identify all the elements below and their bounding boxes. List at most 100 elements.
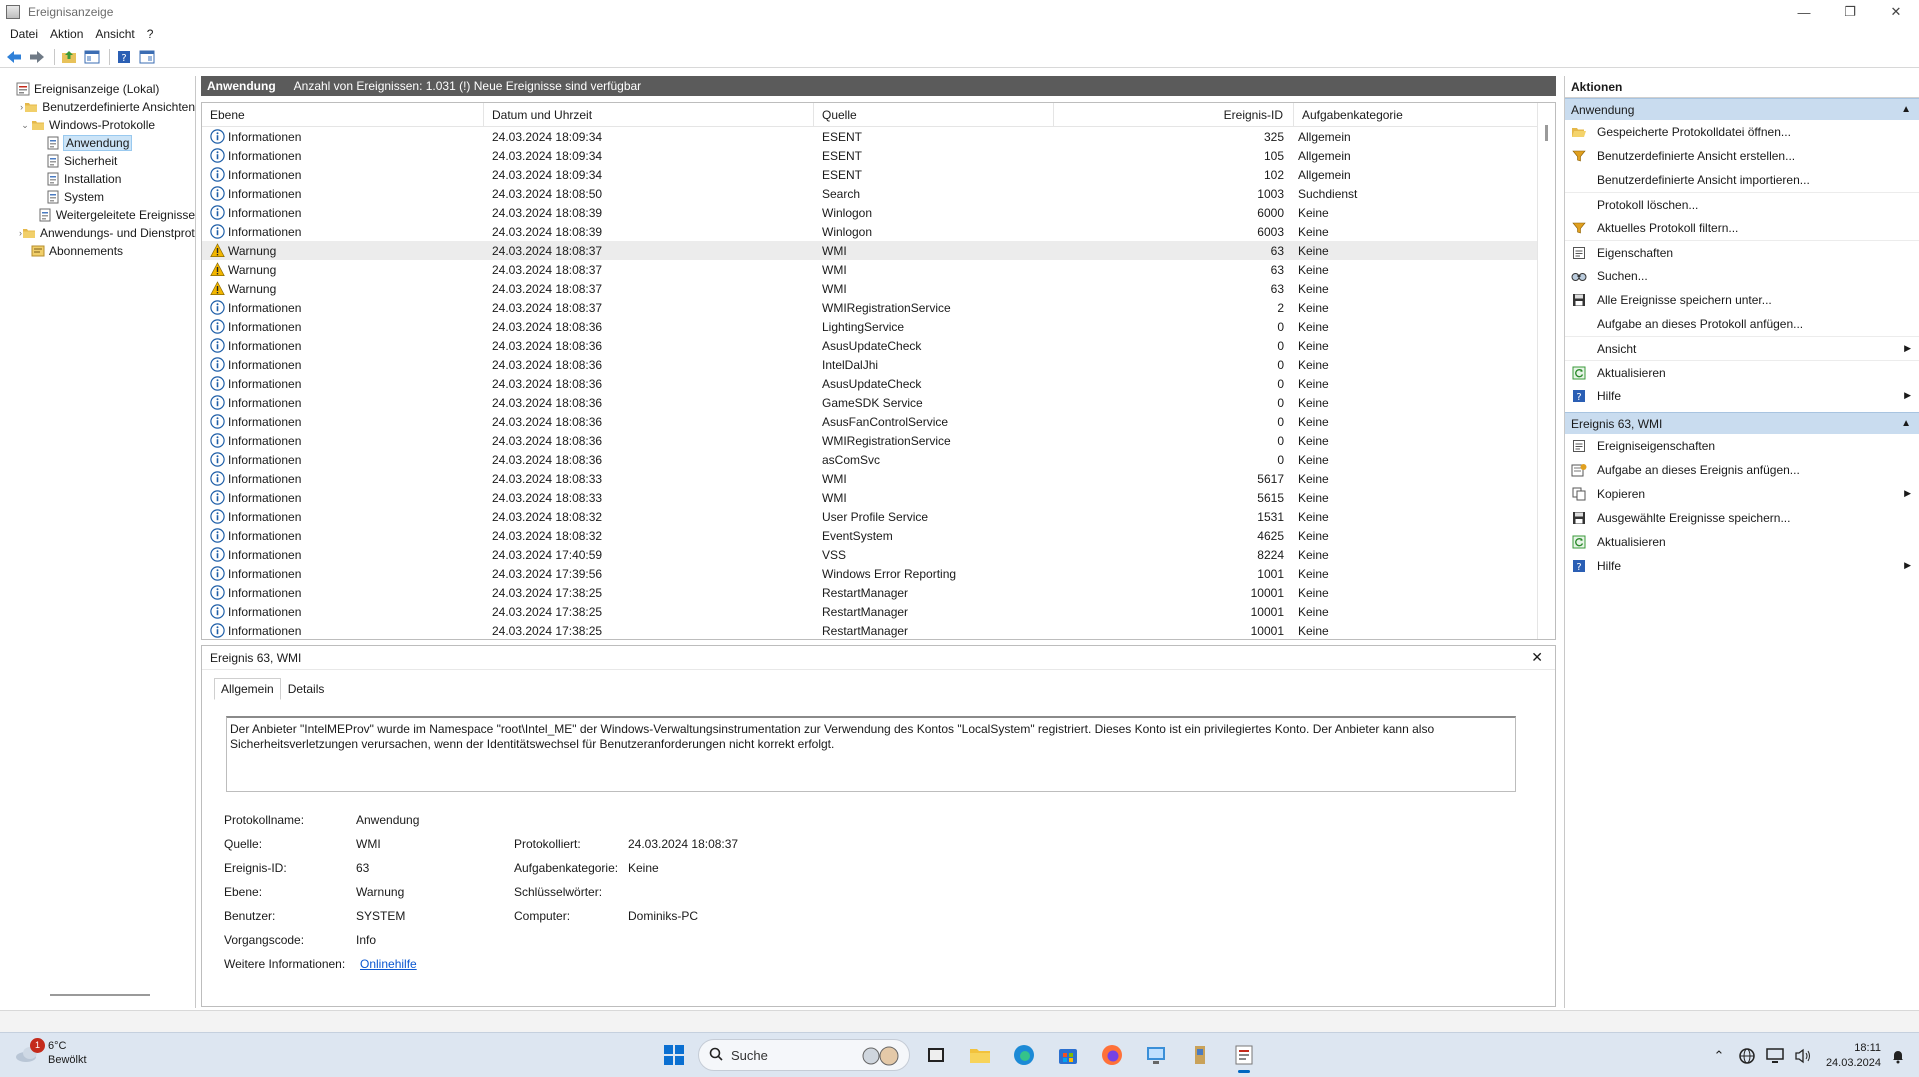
network-icon[interactable] xyxy=(1736,1045,1758,1067)
event-row[interactable]: Informationen 24.03.2024 17:39:56 Windows … xyxy=(202,564,1537,583)
collapse-chevron-icon[interactable]: ⌄ xyxy=(19,120,31,131)
event-row[interactable]: Informationen 24.03.2024 17:38:25 RestartM… xyxy=(202,602,1537,621)
volume-icon[interactable] xyxy=(1792,1045,1814,1067)
event-row[interactable]: Informationen 24.03.2024 18:09:34 ESENT 105… xyxy=(202,146,1537,165)
action-gespeicherte-protokolldatei-öffnen[interactable]: Gespeicherte Protokolldatei öffnen... xyxy=(1565,120,1919,144)
event-row[interactable]: Informationen 24.03.2024 18:08:36 AsusFanC… xyxy=(202,412,1537,431)
action-hilfe[interactable]: ? Hilfe ▶ xyxy=(1565,554,1919,578)
event-row[interactable]: Informationen 24.03.2024 18:08:36 WMIRegis… xyxy=(202,431,1537,450)
event-row[interactable]: Warnung 24.03.2024 18:08:37 WMI 63 Keine xyxy=(202,279,1537,298)
tray-overflow-chevron-icon[interactable]: ⌃ xyxy=(1708,1045,1730,1067)
firefox-button[interactable] xyxy=(1094,1037,1130,1073)
display-icon[interactable] xyxy=(1764,1045,1786,1067)
close-detail-icon[interactable]: ✕ xyxy=(1531,649,1543,666)
tab-details[interactable]: Details xyxy=(281,678,332,700)
collapse-icon[interactable]: ▲ xyxy=(1901,418,1911,429)
action-ansicht[interactable]: Ansicht ▶ xyxy=(1565,336,1919,360)
actions-section-event[interactable]: Ereignis 63, WMI ▲ xyxy=(1565,412,1919,434)
event-row[interactable]: Informationen 24.03.2024 18:08:36 AsusUpda… xyxy=(202,374,1537,393)
control-panel-button[interactable] xyxy=(1138,1037,1174,1073)
weather-widget[interactable]: 1 6°C Bewölkt xyxy=(14,1038,87,1067)
tree-item-anwendung[interactable]: Anwendung xyxy=(0,134,195,152)
menu-datei[interactable]: Datei xyxy=(4,27,44,41)
event-row[interactable]: Informationen 24.03.2024 17:38:25 RestartM… xyxy=(202,621,1537,639)
event-row[interactable]: Informationen 24.03.2024 18:08:39 Winlogon… xyxy=(202,222,1537,241)
event-description[interactable]: Der Anbieter "IntelMEProv" wurde im Name… xyxy=(226,716,1516,792)
event-row[interactable]: Informationen 24.03.2024 17:38:25 RestartM… xyxy=(202,583,1537,602)
actions-section-anwendung[interactable]: Anwendung ▲ xyxy=(1565,98,1919,120)
task-view-button[interactable] xyxy=(918,1037,954,1073)
taskbar-search[interactable]: Suche xyxy=(698,1039,910,1071)
action-benutzerdefinierte-ansicht-importieren[interactable]: Benutzerdefinierte Ansicht importieren..… xyxy=(1565,168,1919,192)
tab-allgemein[interactable]: Allgemein xyxy=(214,678,281,700)
tree-item-sicherheit[interactable]: Sicherheit xyxy=(0,152,195,170)
event-row[interactable]: Informationen 24.03.2024 18:08:33 WMI 5615 K… xyxy=(202,488,1537,507)
event-row[interactable]: Informationen 24.03.2024 18:09:34 ESENT 325… xyxy=(202,127,1537,146)
collapse-icon[interactable]: ▲ xyxy=(1901,104,1911,115)
close-button[interactable]: ✕ xyxy=(1873,0,1919,24)
column-header-ebene[interactable]: Ebene xyxy=(202,103,484,127)
event-row[interactable]: Informationen 24.03.2024 18:09:34 ESENT 102… xyxy=(202,165,1537,184)
action-ausgewählte-ereignisse-speichern[interactable]: Ausgewählte Ereignisse speichern... xyxy=(1565,506,1919,530)
up-folder-button[interactable] xyxy=(59,48,79,66)
online-help-link[interactable]: Onlinehilfe xyxy=(360,957,518,971)
maximize-button[interactable]: ❐ xyxy=(1827,0,1873,24)
action-alle-ereignisse-speichern-unter[interactable]: Alle Ereignisse speichern unter... xyxy=(1565,288,1919,312)
tree-item-installation[interactable]: Installation xyxy=(0,170,195,188)
column-header-datum[interactable]: Datum und Uhrzeit xyxy=(484,103,814,127)
back-button[interactable] xyxy=(4,48,24,66)
event-row[interactable]: Informationen 24.03.2024 17:40:59 VSS 8224 K… xyxy=(202,545,1537,564)
tree-item-weitergeleitete-ereignisse[interactable]: Weitergeleitete Ereignisse xyxy=(0,206,195,224)
show-hide-action-pane-button[interactable] xyxy=(137,48,157,66)
event-row[interactable]: Informationen 24.03.2024 18:08:36 GameSDK … xyxy=(202,393,1537,412)
tree-item-benutzerdefinierte-ansichten[interactable]: › Benutzerdefinierte Ansichten xyxy=(0,98,195,116)
menu-aktion[interactable]: Aktion xyxy=(44,27,89,41)
tree-horizontal-scrollbar[interactable] xyxy=(50,994,150,996)
action-kopieren[interactable]: Kopieren ▶ xyxy=(1565,482,1919,506)
event-list-scrollbar[interactable] xyxy=(1537,103,1555,639)
tree-item-anwendungs-und-dienstprotokolle[interactable]: ›Anwendungs- und Dienstprotokolle xyxy=(0,224,195,242)
forward-button[interactable] xyxy=(27,48,47,66)
event-row[interactable]: Informationen 24.03.2024 18:08:36 IntelDal… xyxy=(202,355,1537,374)
file-explorer-button[interactable] xyxy=(962,1037,998,1073)
action-ereigniseigenschaften[interactable]: Ereigniseigenschaften xyxy=(1565,434,1919,458)
event-row[interactable]: Warnung 24.03.2024 18:08:37 WMI 63 Keine xyxy=(202,260,1537,279)
tree-item-abonnements[interactable]: Abonnements xyxy=(0,242,195,260)
action-hilfe[interactable]: ? Hilfe ▶ xyxy=(1565,384,1919,408)
action-eigenschaften[interactable]: Eigenschaften xyxy=(1565,240,1919,264)
action-benutzerdefinierte-ansicht-erstellen[interactable]: Benutzerdefinierte Ansicht erstellen... xyxy=(1565,144,1919,168)
column-header-quelle[interactable]: Quelle xyxy=(814,103,1054,127)
help-button[interactable]: ? xyxy=(114,48,134,66)
event-row[interactable]: Informationen 24.03.2024 18:08:36 Lighting… xyxy=(202,317,1537,336)
tree-item-ereignisanzeige-lokal[interactable]: Ereignisanzeige (Lokal) xyxy=(0,80,195,98)
tree-item-windows-protokolle[interactable]: ⌄ Windows-Protokolle xyxy=(0,116,195,134)
edge-button[interactable] xyxy=(1006,1037,1042,1073)
action-aktualisieren[interactable]: Aktualisieren xyxy=(1565,360,1919,384)
event-row[interactable]: Informationen 24.03.2024 18:08:36 asComSvc… xyxy=(202,450,1537,469)
tree-item-system[interactable]: System xyxy=(0,188,195,206)
event-row[interactable]: Informationen 24.03.2024 18:08:33 WMI 5617 K… xyxy=(202,469,1537,488)
notification-bell-icon[interactable] xyxy=(1887,1045,1909,1067)
taskbar-clock[interactable]: 18:11 24.03.2024 xyxy=(1826,1041,1881,1071)
action-aufgabe-an-dieses-protokoll-anfügen[interactable]: Aufgabe an dieses Protokoll anfügen... xyxy=(1565,312,1919,336)
action-suchen[interactable]: Suchen... xyxy=(1565,264,1919,288)
event-row[interactable]: Informationen 24.03.2024 18:08:32 EventSys… xyxy=(202,526,1537,545)
column-header-ereignis-id[interactable]: Ereignis-ID xyxy=(1054,103,1294,127)
minimize-button[interactable]: — xyxy=(1781,0,1827,24)
menu-ansicht[interactable]: Ansicht xyxy=(89,27,140,41)
menu-help[interactable]: ? xyxy=(141,27,160,41)
event-row[interactable]: Warnung 24.03.2024 18:08:37 WMI 63 Keine xyxy=(202,241,1537,260)
scrollbar-thumb[interactable] xyxy=(1545,125,1548,141)
column-header-aufgabenkategorie[interactable]: Aufgabenkategorie xyxy=(1294,103,1537,127)
event-viewer-button[interactable] xyxy=(1226,1037,1262,1073)
action-protokoll-löschen[interactable]: Protokoll löschen... xyxy=(1565,192,1919,216)
show-hide-console-tree-button[interactable] xyxy=(82,48,102,66)
event-row[interactable]: Informationen 24.03.2024 18:08:39 Winlogon… xyxy=(202,203,1537,222)
event-row[interactable]: Informationen 24.03.2024 18:08:36 AsusUpda… xyxy=(202,336,1537,355)
action-aktualisieren[interactable]: Aktualisieren xyxy=(1565,530,1919,554)
action-aktuelles-protokoll-filtern[interactable]: Aktuelles Protokoll filtern... xyxy=(1565,216,1919,240)
event-row[interactable]: Informationen 24.03.2024 18:08:50 Search 10… xyxy=(202,184,1537,203)
action-aufgabe-an-dieses-ereignis-anfügen[interactable]: Aufgabe an dieses Ereignis anfügen... xyxy=(1565,458,1919,482)
event-row[interactable]: Informationen 24.03.2024 18:08:32 User Pro… xyxy=(202,507,1537,526)
event-row[interactable]: Informationen 24.03.2024 18:08:37 WMIRegis… xyxy=(202,298,1537,317)
